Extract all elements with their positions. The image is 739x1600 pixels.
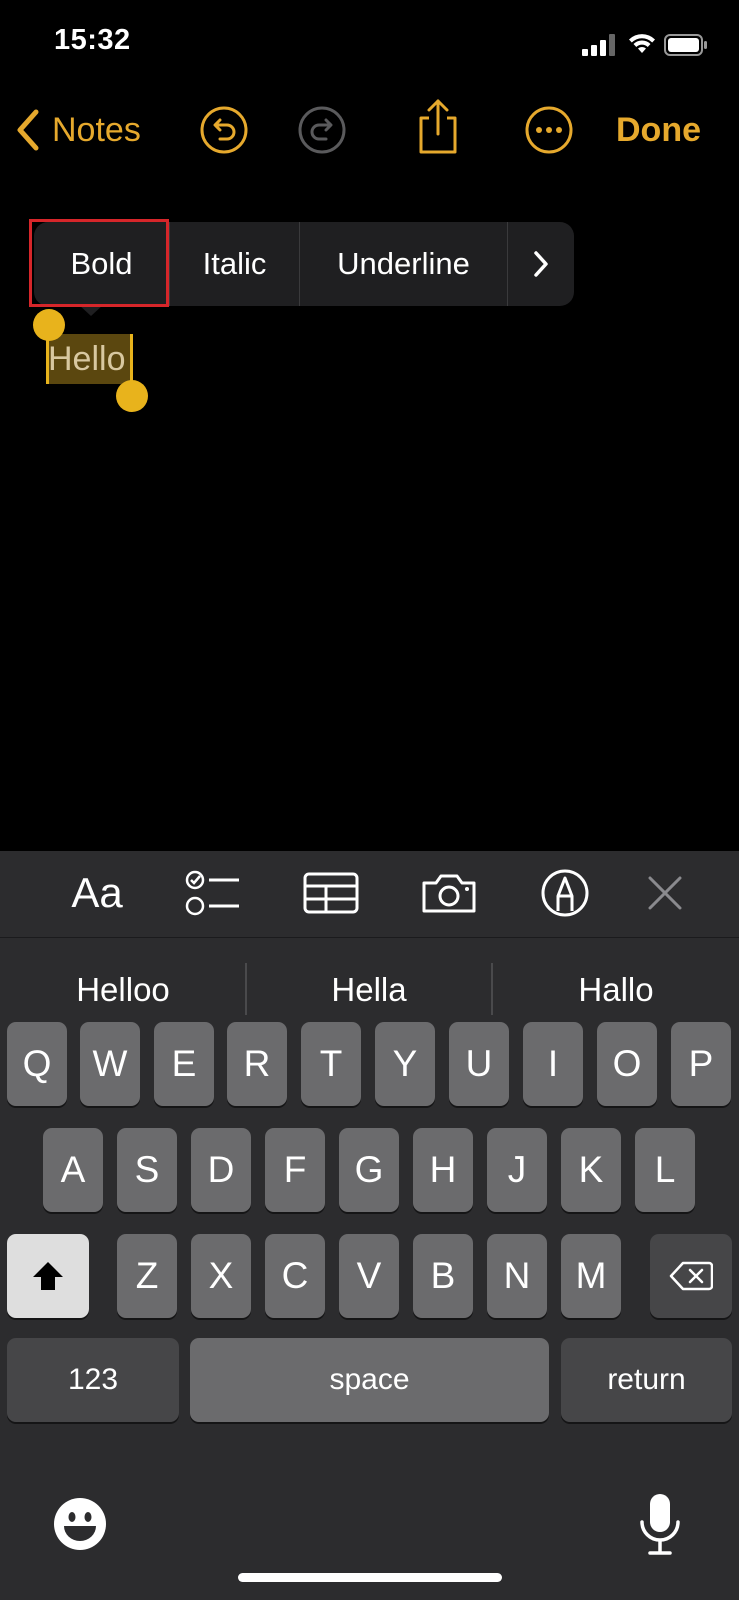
- key-n[interactable]: N: [487, 1234, 547, 1318]
- key-k[interactable]: K: [561, 1128, 621, 1212]
- selection-end-handle[interactable]: [116, 380, 148, 412]
- wifi-icon: [629, 34, 655, 53]
- key-o[interactable]: O: [597, 1022, 657, 1106]
- key-q[interactable]: Q: [7, 1022, 67, 1106]
- checklist-button[interactable]: [182, 862, 244, 924]
- italic-menu-item[interactable]: Italic: [170, 222, 300, 306]
- back-label: Notes: [52, 110, 141, 149]
- note-body-text[interactable]: Hello: [48, 337, 125, 381]
- home-indicator[interactable]: [238, 1573, 502, 1582]
- key-l[interactable]: L: [635, 1128, 695, 1212]
- key-v[interactable]: V: [339, 1234, 399, 1318]
- key-w[interactable]: W: [80, 1022, 140, 1106]
- camera-button[interactable]: [418, 862, 480, 924]
- chevron-left-icon: [17, 109, 39, 151]
- key-c[interactable]: C: [265, 1234, 325, 1318]
- table-icon: [303, 872, 359, 914]
- undo-icon[interactable]: [198, 104, 250, 156]
- key-u[interactable]: U: [449, 1022, 509, 1106]
- key-b[interactable]: B: [413, 1234, 473, 1318]
- key-r[interactable]: R: [227, 1022, 287, 1106]
- key-g[interactable]: G: [339, 1128, 399, 1212]
- emoji-icon[interactable]: [52, 1496, 108, 1552]
- space-key[interactable]: space: [190, 1338, 549, 1422]
- shift-arrow-icon: [33, 1262, 63, 1290]
- key-e[interactable]: E: [154, 1022, 214, 1106]
- key-h[interactable]: H: [413, 1128, 473, 1212]
- close-icon: [648, 876, 682, 910]
- key-a[interactable]: A: [43, 1128, 103, 1212]
- cellular-signal-icon: [582, 34, 615, 56]
- shift-key[interactable]: [7, 1234, 89, 1318]
- underline-menu-item[interactable]: Underline: [300, 222, 508, 306]
- share-icon[interactable]: [412, 98, 464, 156]
- camera-icon: [422, 874, 476, 913]
- checklist-icon: [185, 870, 239, 916]
- key-j[interactable]: J: [487, 1128, 547, 1212]
- numbers-key[interactable]: 123: [7, 1338, 179, 1422]
- key-t[interactable]: T: [301, 1022, 361, 1106]
- markup-button[interactable]: [534, 862, 596, 924]
- key-z[interactable]: Z: [117, 1234, 177, 1318]
- key-i[interactable]: I: [523, 1022, 583, 1106]
- key-d[interactable]: D: [191, 1128, 251, 1212]
- battery-icon: [664, 34, 707, 56]
- microphone-icon[interactable]: [638, 1492, 682, 1558]
- delete-key[interactable]: [650, 1234, 732, 1318]
- chevron-right-icon: [534, 251, 548, 277]
- markup-pen-icon: [541, 869, 589, 917]
- bold-highlight-annotation: [29, 219, 169, 307]
- text-format-button[interactable]: Aa: [66, 862, 128, 924]
- close-toolbar-button[interactable]: [634, 862, 696, 924]
- table-button[interactable]: [300, 862, 362, 924]
- return-key[interactable]: return: [561, 1338, 732, 1422]
- more-options-icon[interactable]: [523, 104, 575, 156]
- key-y[interactable]: Y: [375, 1022, 435, 1106]
- status-time: 15:32: [54, 24, 131, 56]
- redo-icon[interactable]: [296, 104, 348, 156]
- key-f[interactable]: F: [265, 1128, 325, 1212]
- done-button[interactable]: Done: [616, 104, 701, 156]
- more-menu-button[interactable]: [508, 222, 574, 306]
- key-s[interactable]: S: [117, 1128, 177, 1212]
- key-x[interactable]: X: [191, 1234, 251, 1318]
- selection-start-handle[interactable]: [33, 309, 65, 341]
- back-button[interactable]: Notes: [14, 104, 141, 156]
- backspace-icon: [669, 1261, 713, 1291]
- key-m[interactable]: M: [561, 1234, 621, 1318]
- key-p[interactable]: P: [671, 1022, 731, 1106]
